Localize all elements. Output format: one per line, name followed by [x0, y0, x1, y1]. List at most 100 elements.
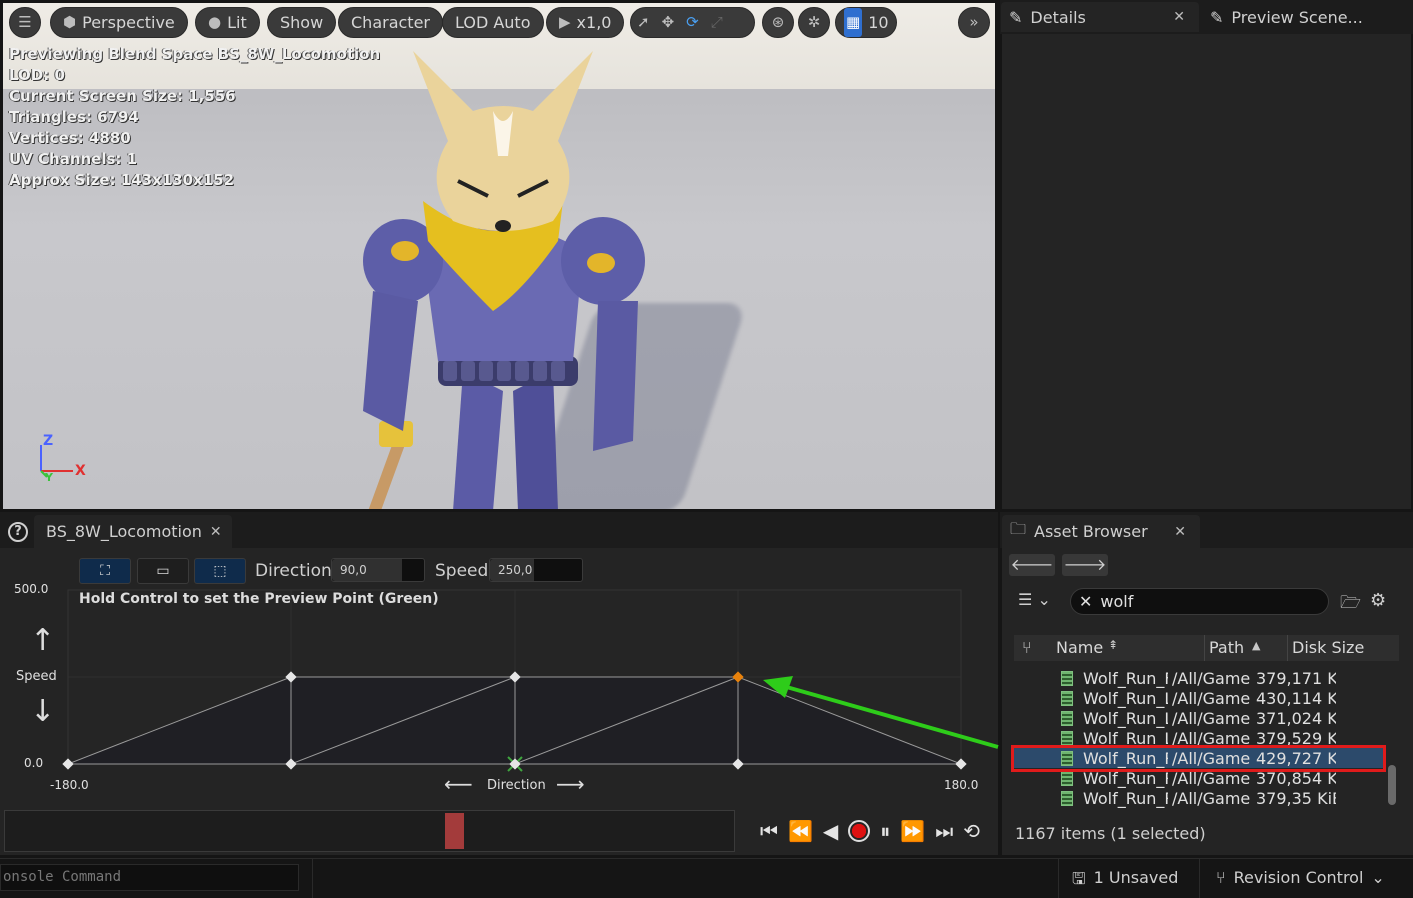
tab-preview-scene[interactable]: ✎ Preview Scene... — [1202, 2, 1402, 32]
axis-z-label: Z — [43, 433, 54, 449]
skip-end-icon[interactable]: ⏭ — [935, 819, 953, 843]
asset-size: 430,114 KiB — [1256, 688, 1336, 708]
character-button[interactable]: Character — [338, 7, 443, 38]
step-forward-icon[interactable]: ⏩ — [900, 819, 925, 843]
arrow-left-icon: 🡐 — [1010, 555, 1054, 574]
step-back-icon[interactable]: ⏪ — [788, 819, 813, 843]
clear-icon[interactable]: ✕ — [1079, 592, 1092, 611]
grid-snap-button[interactable]: ▦ 10 — [835, 7, 897, 38]
close-icon[interactable]: ✕ — [1174, 524, 1186, 540]
world-local-toggle[interactable]: ⊛ — [762, 7, 794, 38]
animation-sequence-icon — [1061, 670, 1073, 686]
loop-icon[interactable]: ⟲ — [963, 819, 980, 843]
surface-snap-toggle[interactable]: ✲ — [798, 7, 830, 38]
animation-sequence-icon — [1061, 770, 1073, 786]
chevron-down-icon: ⌄ — [1371, 868, 1385, 887]
help-icon[interactable]: ? — [8, 522, 28, 542]
column-name[interactable]: Name — [1056, 638, 1103, 657]
viewport-menu-button[interactable]: ☰ — [9, 7, 41, 38]
items-count: 1167 items (1 selected) — [1015, 824, 1206, 843]
close-icon[interactable]: ✕ — [210, 524, 222, 540]
forward-button[interactable]: 🡒 — [1062, 554, 1108, 576]
asset-size: 371,024 KiB — [1256, 708, 1336, 728]
status-bar: onsole Command 🖫 1 Unsaved ⑂ Revision Co… — [0, 858, 1413, 898]
preview-viewport[interactable]: ☰ ⬢ Perspective ● Lit Show Character LOD… — [3, 3, 995, 509]
chevron-double-right-icon: » — [969, 13, 979, 31]
folder-icon: 🗀 — [1010, 519, 1027, 538]
back-button[interactable]: 🡐 — [1009, 554, 1055, 576]
animation-sequence-icon — [1061, 690, 1073, 706]
lit-button[interactable]: ● Lit — [195, 7, 260, 38]
info-vertices: Vertices: 4880 — [9, 129, 131, 147]
play-icon: ▶ — [559, 13, 571, 31]
record-icon[interactable] — [848, 820, 871, 842]
search-input[interactable]: ✕ wolf — [1070, 588, 1329, 615]
folder-search-icon[interactable]: 🗁 — [1340, 590, 1361, 619]
details-panel — [1002, 34, 1411, 509]
cube-icon: ⬢ — [63, 13, 77, 31]
asset-browser-tab-bar: 🗀 Asset Browser ✕ — [1000, 512, 1413, 548]
asset-row[interactable]: Wolf_Run_Fwd/All/Game 379,171 KiB — [1014, 668, 1386, 688]
transform-tools-group: ➚ ✥ ⟳ ⤢ — [630, 7, 755, 38]
lod-button[interactable]: LOD Auto — [442, 7, 544, 38]
blend-tab-bar: ? BS_8W_Locomotion ✕ — [0, 512, 998, 548]
settings-gear-icon[interactable]: ⚙ — [1370, 590, 1386, 611]
asset-browser-panel: 🡐 🡒 ☰ ⌄ ✕ wolf 🗁 ⚙ ⑂ Name ⇞ Path ▲ Disk … — [1002, 548, 1413, 855]
revision-control-button[interactable]: ⑂ Revision Control ⌄ — [1216, 868, 1385, 887]
table-header: ⑂ Name ⇞ Path ▲ Disk Size — [1014, 635, 1399, 661]
info-screen-size: Current Screen Size: 1,556 — [9, 87, 236, 105]
asset-name: Wolf_Run_RightFwd — [1083, 788, 1168, 808]
filter-icon: ☰ — [1018, 590, 1033, 609]
asset-path: /All/Game — [1172, 688, 1250, 708]
info-lod: LOD: 0 — [9, 66, 65, 84]
translate-icon[interactable]: ✥ — [662, 8, 675, 37]
timeline-track[interactable] — [4, 810, 735, 852]
sphere-icon: ● — [208, 13, 222, 31]
tab-details[interactable]: ✎ Details ✕ — [1001, 2, 1199, 32]
select-icon[interactable]: ➚ — [637, 8, 650, 37]
source-control-icon: ⑂ — [1022, 638, 1032, 657]
asset-size: 379,171 KiB — [1256, 668, 1336, 688]
scrollbar-thumb[interactable] — [1388, 765, 1396, 805]
timeline-marker[interactable] — [445, 813, 464, 849]
info-approx-size: Approx Size: 143x130x152 — [9, 171, 235, 189]
viewport-overflow-button[interactable]: » — [958, 7, 990, 38]
pencil-icon: ✎ — [1210, 7, 1224, 27]
hamburger-icon: ☰ — [18, 13, 32, 31]
info-blend-space: Previewing Blend Space BS_8W_Locomotion — [9, 45, 381, 63]
play-reverse-icon[interactable]: ◀ — [823, 819, 838, 843]
tab-asset-browser[interactable]: 🗀 Asset Browser ✕ — [1002, 515, 1200, 548]
show-button[interactable]: Show — [267, 7, 337, 38]
axis-x-label: X — [75, 463, 86, 479]
save-icon: 🖫 — [1072, 869, 1086, 888]
perspective-button[interactable]: ⬢ Perspective — [50, 7, 188, 38]
asset-path: /All/Game — [1172, 708, 1250, 728]
globe-icon: ⊛ — [771, 13, 785, 31]
scale-icon[interactable]: ⤢ — [711, 8, 723, 37]
info-triangles: Triangles: 6794 — [9, 108, 139, 126]
asset-row[interactable]: Wolf_Run_Left/All/Game 430,114 KiB — [1014, 688, 1386, 708]
animation-sequence-icon — [1061, 730, 1073, 746]
play-speed-button[interactable]: ▶ x1,0 — [546, 7, 625, 38]
sort-icon: ⇞ — [1108, 638, 1119, 652]
character-preview — [363, 51, 645, 509]
close-icon[interactable]: ✕ — [1173, 9, 1185, 25]
asset-name: Wolf_Run_Left — [1083, 688, 1168, 708]
filter-button[interactable]: ☰ ⌄ — [1018, 590, 1051, 609]
skip-start-icon[interactable]: ⏮ — [760, 819, 778, 843]
animation-sequence-icon — [1061, 710, 1073, 726]
column-path[interactable]: Path — [1209, 638, 1244, 657]
info-uv-channels: UV Channels: 1 — [9, 150, 138, 168]
branch-icon: ⑂ — [1216, 868, 1226, 887]
rotate-icon[interactable]: ⟳ — [686, 8, 699, 37]
asset-name: Wolf_Run_Fwd — [1083, 668, 1168, 688]
asset-row[interactable]: Wolf_Run_LeftBwd/All/Game 371,024 KiB — [1014, 708, 1386, 728]
tab-bs-locomotion[interactable]: BS_8W_Locomotion ✕ — [34, 515, 232, 548]
console-command-input[interactable]: onsole Command — [0, 864, 299, 891]
column-disk-size[interactable]: Disk Size — [1292, 638, 1364, 657]
asset-path: /All/Game — [1172, 668, 1250, 688]
snap-icon: ✲ — [807, 13, 821, 31]
pause-icon[interactable]: ⏸ — [880, 819, 890, 843]
unsaved-button[interactable]: 🖫 1 Unsaved — [1072, 868, 1178, 895]
asset-row[interactable]: Wolf_Run_RightFwd/All/Game 379,35 KiB — [1014, 788, 1386, 808]
